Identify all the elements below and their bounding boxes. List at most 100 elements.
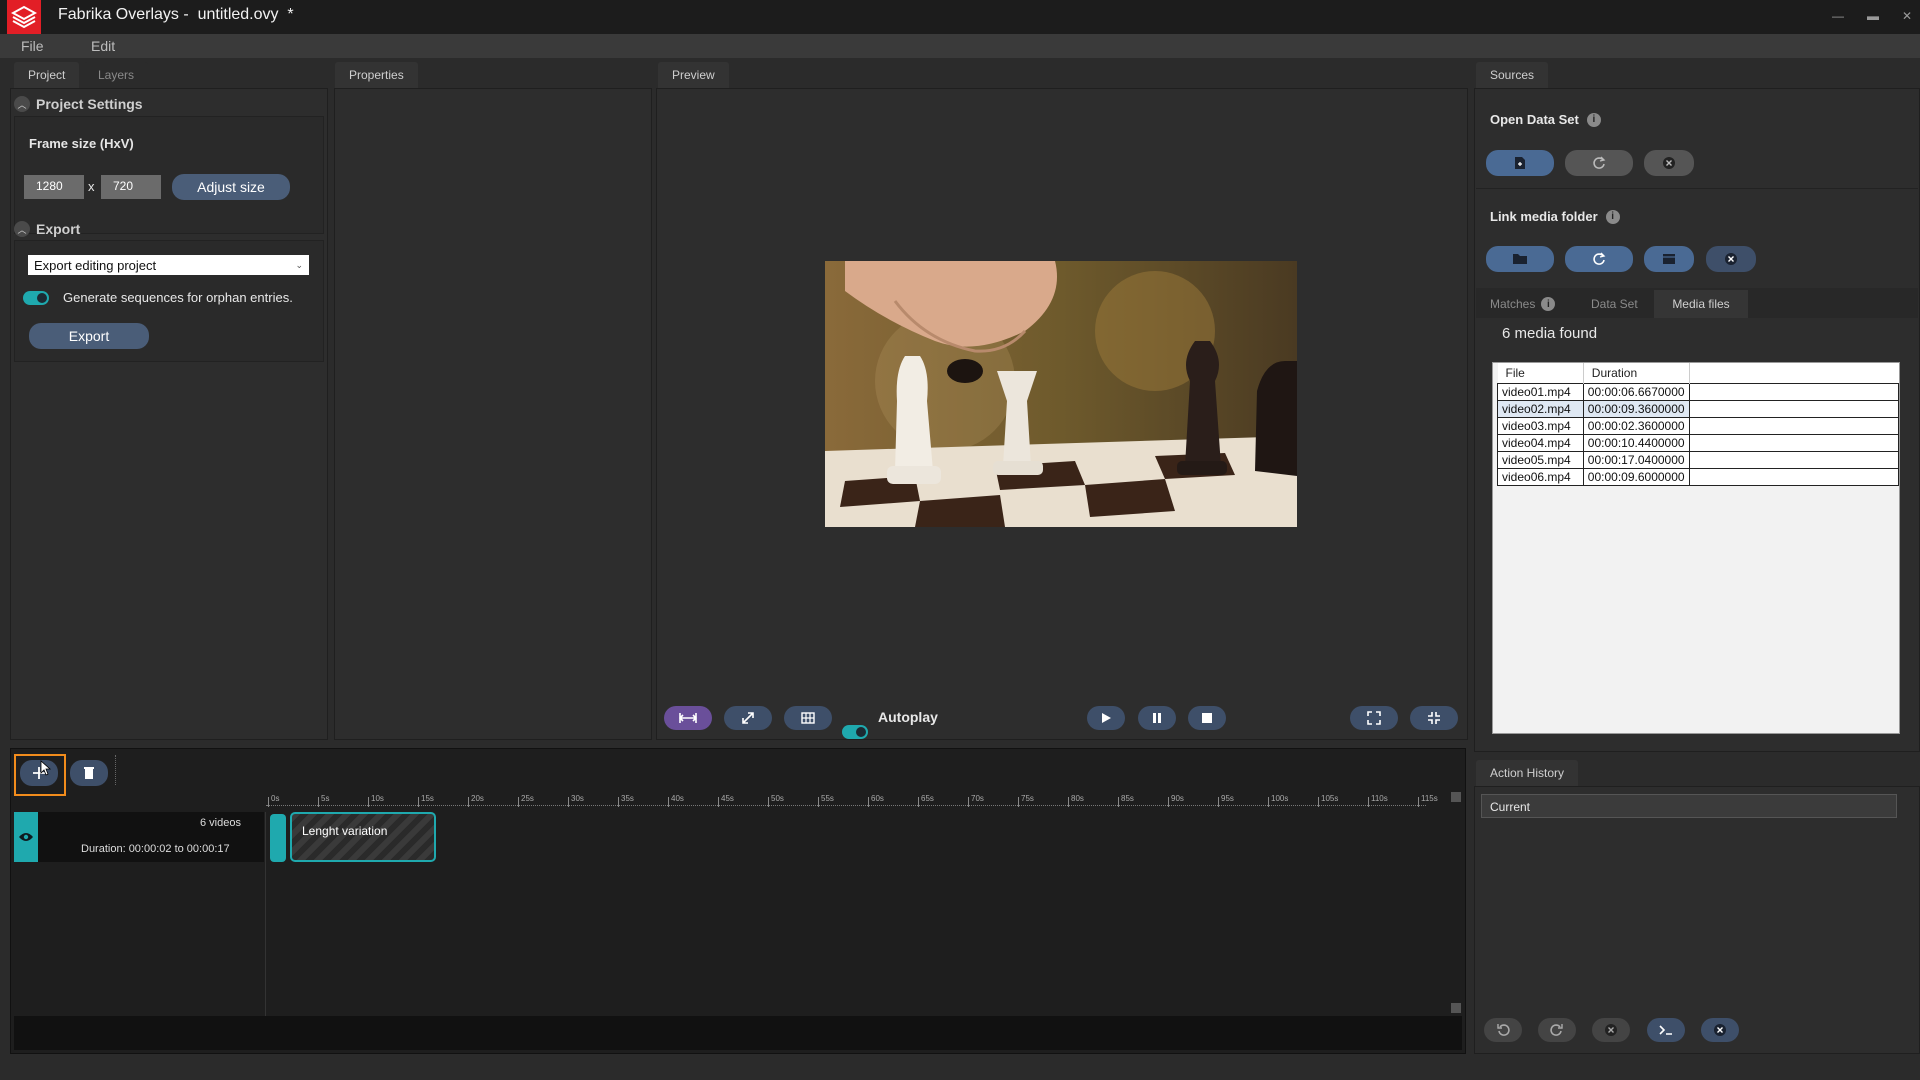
orphan-entries-toggle[interactable]	[23, 291, 49, 305]
frame-height-input[interactable]: 720	[101, 175, 161, 199]
reload-icon[interactable]	[1565, 150, 1633, 176]
subtab-media-files[interactable]: Media files	[1654, 290, 1748, 318]
close-console-icon[interactable]	[1701, 1018, 1739, 1042]
column-header-empty	[1689, 363, 1898, 383]
adjust-size-button[interactable]: Adjust size	[172, 174, 290, 200]
unlink-folder-icon[interactable]	[1706, 246, 1756, 272]
action-history-panel	[1474, 786, 1920, 1054]
ruler-label: 95s	[1221, 794, 1234, 803]
frame-width-input[interactable]: 1280	[24, 175, 84, 199]
folder-open-icon[interactable]	[1486, 246, 1554, 272]
export-button[interactable]: Export	[29, 323, 149, 349]
tab-sources[interactable]: Sources	[1476, 62, 1549, 88]
tab-action-history[interactable]: Action History	[1476, 760, 1579, 786]
ruler-tick	[568, 797, 569, 807]
column-header-duration[interactable]: Duration	[1583, 363, 1690, 383]
table-row[interactable]: video04.mp4 00:00:10.4400000	[1497, 433, 1900, 452]
timeline-scroll-down-icon[interactable]	[1451, 1003, 1461, 1013]
expand-icon[interactable]	[724, 706, 772, 730]
info-icon[interactable]: i	[1605, 209, 1620, 224]
ruler-label: 85s	[1121, 794, 1134, 803]
fit-width-icon[interactable]	[664, 706, 712, 730]
subtab-data-set[interactable]: Data Set	[1581, 290, 1648, 318]
ruler-tick	[1318, 797, 1319, 807]
clip-lenght-variation[interactable]: Lenght variation	[290, 812, 436, 862]
maximize-icon[interactable]: ▬	[1863, 6, 1883, 26]
grid-icon[interactable]	[784, 706, 832, 730]
timeline-footer	[14, 1016, 1462, 1050]
ruler-tick	[618, 797, 619, 807]
preview-image	[825, 261, 1297, 527]
ruler-tick	[968, 797, 969, 807]
ruler-tick	[868, 797, 869, 807]
add-track-icon[interactable]	[20, 760, 58, 786]
ruler-tick	[1118, 797, 1119, 807]
ruler-tick	[1068, 797, 1069, 807]
timeline-ruler[interactable]	[266, 790, 1426, 810]
tab-project[interactable]: Project	[14, 62, 80, 88]
table-row[interactable]: video05.mp4 00:00:17.0400000	[1497, 450, 1900, 469]
undo-icon[interactable]	[1484, 1018, 1522, 1042]
exit-fullscreen-icon[interactable]	[1410, 706, 1458, 730]
ruler-label: 40s	[671, 794, 684, 803]
frame-size-label: Frame size (HxV)	[29, 136, 134, 151]
export-select[interactable]: Export editing project ⌄	[28, 255, 309, 275]
table-row[interactable]: video06.mp4 00:00:09.6000000	[1497, 467, 1900, 486]
refresh-folder-icon[interactable]	[1565, 246, 1633, 272]
column-header-file[interactable]: File	[1497, 363, 1584, 383]
ruler-tick	[1018, 797, 1019, 807]
fullscreen-icon[interactable]	[1350, 706, 1398, 730]
info-icon[interactable]: i	[1586, 112, 1601, 127]
table-row[interactable]: video01.mp4 00:00:06.6670000	[1497, 382, 1900, 401]
tab-properties[interactable]: Properties	[335, 62, 418, 88]
ruler-tick	[818, 797, 819, 807]
redo-icon[interactable]	[1538, 1018, 1576, 1042]
ruler-label: 15s	[421, 794, 434, 803]
media-found-count: 6 media found	[1502, 325, 1598, 342]
play-icon[interactable]	[1087, 706, 1125, 730]
open-file-icon[interactable]	[1486, 150, 1554, 176]
clear-history-icon[interactable]	[1592, 1018, 1630, 1042]
menu-bar	[0, 34, 1920, 58]
ruler-tick	[368, 797, 369, 807]
ruler-label: 35s	[621, 794, 634, 803]
ruler-tick	[768, 797, 769, 807]
track-visibility-eye-icon[interactable]	[14, 812, 38, 862]
toolbar-divider	[115, 755, 116, 785]
timeline-scroll-up-icon[interactable]	[1451, 792, 1461, 802]
chevron-down-icon: ⌄	[295, 259, 303, 270]
clip-handle[interactable]	[270, 814, 286, 862]
ruler-tick	[468, 797, 469, 807]
track-count-label: 6 videos	[200, 817, 241, 829]
close-icon[interactable]: ✕	[1897, 6, 1917, 26]
ruler-label: 55s	[821, 794, 834, 803]
autoplay-toggle[interactable]	[842, 725, 868, 739]
console-icon[interactable]	[1647, 1018, 1685, 1042]
ruler-label: 105s	[1321, 794, 1339, 803]
archive-icon[interactable]	[1644, 246, 1694, 272]
stop-icon[interactable]	[1188, 706, 1226, 730]
clear-data-set-icon[interactable]	[1644, 150, 1694, 176]
pause-icon[interactable]	[1138, 706, 1176, 730]
delete-track-icon[interactable]	[70, 760, 108, 786]
export-header[interactable]: ︿ Export	[14, 221, 80, 237]
minimize-icon[interactable]: —	[1828, 6, 1848, 26]
subtab-matches[interactable]: Matches i	[1480, 290, 1565, 318]
ruler-tick	[268, 797, 269, 807]
table-row[interactable]: video02.mp4 00:00:09.3600000	[1497, 399, 1900, 418]
ruler-label: 25s	[521, 794, 534, 803]
menu-edit[interactable]: Edit	[91, 38, 115, 54]
project-settings-header[interactable]: ︿ Project Settings	[14, 96, 143, 112]
menu-file[interactable]: File	[21, 38, 44, 54]
ruler-label: 115s	[1421, 794, 1438, 803]
ruler-label: 30s	[571, 794, 584, 803]
ruler-label: 0s	[271, 794, 280, 803]
table-row[interactable]: video03.mp4 00:00:02.3600000	[1497, 416, 1900, 435]
track-duration-label: Duration: 00:00:02 to 00:00:17	[81, 843, 230, 855]
tab-preview[interactable]: Preview	[658, 62, 729, 88]
chevron-up-icon: ︿	[14, 96, 30, 112]
ruler-tick	[718, 797, 719, 807]
history-item-current[interactable]: Current	[1481, 794, 1897, 818]
tab-layers[interactable]: Layers	[84, 62, 149, 88]
ruler-tick	[1168, 797, 1169, 807]
